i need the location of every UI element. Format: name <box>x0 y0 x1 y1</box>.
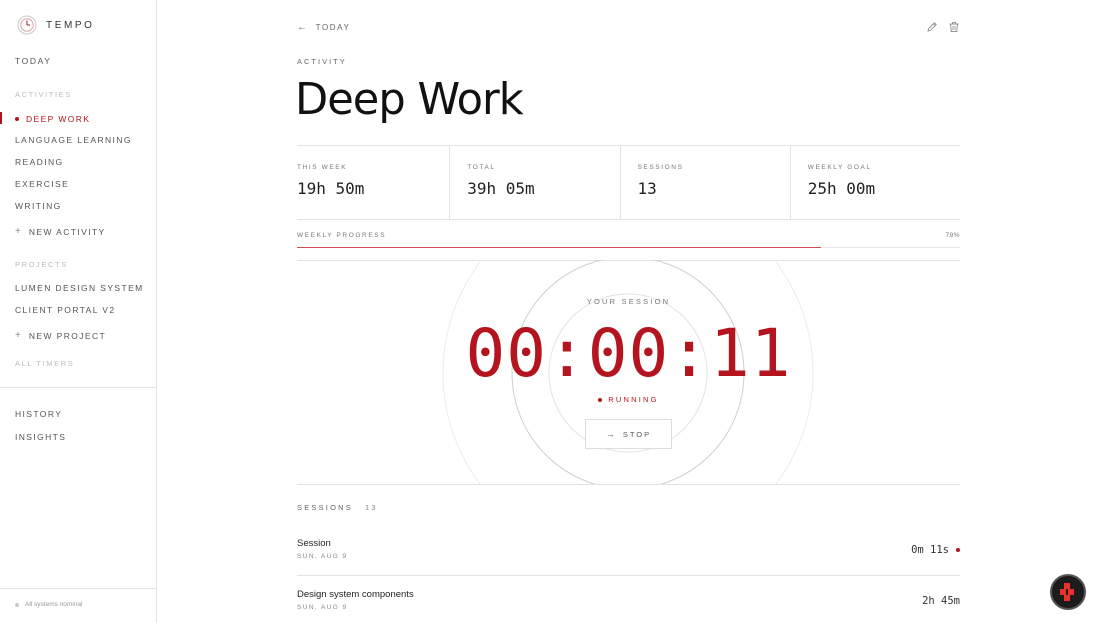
stat-total: TOTAL 39h 05m <box>449 146 619 219</box>
stat-value: 19h 50m <box>297 179 365 198</box>
session-duration-value: 2h 45m <box>922 595 960 607</box>
stat-label: TOTAL <box>467 164 496 171</box>
sidebar-item-label: EXERCISE <box>15 179 70 189</box>
session-date: SUN, AUG 9 <box>297 553 348 560</box>
stat-value: 13 <box>637 179 657 198</box>
stats-row: THIS WEEK 19h 50m TOTAL 39h 05m SESSIONS… <box>297 146 960 219</box>
divider <box>297 575 960 576</box>
progress-fill <box>297 247 821 248</box>
stop-label: STOP <box>622 429 652 439</box>
sidebar-item-label: INSIGHTS <box>15 432 67 442</box>
stat-sessions: SESSIONS 13 <box>619 146 790 219</box>
progress-label: WEEKLY PROGRESS <box>297 232 387 239</box>
status-dot <box>15 602 19 607</box>
stat-value: 39h 05m <box>467 179 535 198</box>
session-date: SUN, AUG 9 <box>297 604 348 611</box>
sidebar: TEMPO TODAY ACTIVITIES DEEP WORK LANGUAG… <box>0 0 157 623</box>
sidebar-item-lumen-design-system[interactable]: LUMEN DESIGN SYSTEM <box>15 283 144 293</box>
plus-icon: + <box>15 226 21 237</box>
running-status: RUNNING <box>297 395 960 404</box>
stat-this-week: THIS WEEK 19h 50m <box>297 146 449 219</box>
sessions-header: SESSIONS 13 <box>297 503 378 512</box>
divider <box>297 219 960 220</box>
arrow-left-icon: ← <box>297 22 309 33</box>
stat-label: THIS WEEK <box>297 164 348 171</box>
sidebar-item-label: LUMEN DESIGN SYSTEM <box>15 283 144 293</box>
running-label: RUNNING <box>608 395 659 404</box>
live-dot <box>956 548 960 552</box>
sidebar-item-deep-work[interactable]: DEEP WORK <box>15 114 90 124</box>
your-session-label: YOUR SESSION <box>586 297 671 306</box>
session-row[interactable]: Session SUN, AUG 9 0m 11s <box>297 538 960 589</box>
stat-label: SESSIONS <box>637 164 684 171</box>
session-name: Design system components <box>297 589 414 600</box>
sidebar-item-label: READING <box>15 157 64 167</box>
arrow-right-icon: → <box>605 429 617 439</box>
sidebar-item-label: WRITING <box>15 201 62 211</box>
app-badge-glyph <box>1060 583 1074 601</box>
app-name: TEMPO <box>46 19 95 31</box>
stat-label: WEEKLY GOAL <box>807 164 872 171</box>
plus-icon: + <box>15 330 21 341</box>
session-duration: 2h 45m <box>922 595 960 607</box>
brand[interactable]: TEMPO <box>17 15 95 35</box>
sidebar-item-label: DEEP WORK <box>26 114 91 124</box>
projects-section-label: PROJECTS <box>15 260 68 269</box>
sessions-label: SESSIONS <box>297 503 353 512</box>
session-name: Session <box>297 538 331 549</box>
running-dot <box>598 397 603 402</box>
session-duration-value: 0m 11s <box>911 544 949 556</box>
new-project-label: NEW PROJECT <box>28 330 107 341</box>
stop-button[interactable]: → STOP <box>585 419 672 449</box>
active-indicator <box>0 112 2 124</box>
sidebar-item-reading[interactable]: READING <box>15 157 64 167</box>
sidebar-item-language-learning[interactable]: LANGUAGE LEARNING <box>15 135 132 145</box>
page-title: Deep Work <box>295 74 524 125</box>
weekly-progress: WEEKLY PROGRESS 79% <box>297 232 960 239</box>
stat-value: 25h 00m <box>807 179 876 198</box>
sidebar-item-label: CLIENT PORTAL V2 <box>15 305 116 315</box>
new-activity-button[interactable]: + NEW ACTIVITY <box>15 226 106 237</box>
divider <box>297 484 960 485</box>
back-link[interactable]: ← TODAY <box>297 22 350 33</box>
header-actions <box>916 21 960 33</box>
progress-bar <box>297 247 960 248</box>
status-text: All systems nominal <box>25 601 83 608</box>
timer-panel: YOUR SESSION 00:00:11 RUNNING → STOP <box>297 260 960 485</box>
system-status: All systems nominal <box>15 601 82 608</box>
sidebar-item-client-portal-v2[interactable]: CLIENT PORTAL V2 <box>15 305 116 315</box>
activity-eyebrow: ACTIVITY <box>297 57 347 66</box>
pencil-icon[interactable] <box>926 21 938 33</box>
all-timers-link[interactable]: ALL TIMERS <box>15 359 74 368</box>
sidebar-item-insights[interactable]: INSIGHTS <box>15 432 66 442</box>
active-dot <box>15 117 19 121</box>
sidebar-item-label: LANGUAGE LEARNING <box>15 135 132 145</box>
sidebar-item-exercise[interactable]: EXERCISE <box>15 179 69 189</box>
back-label: TODAY <box>315 23 351 32</box>
sidebar-item-writing[interactable]: WRITING <box>15 201 62 211</box>
session-duration: 0m 11s <box>911 544 960 556</box>
sessions-count: 13 <box>364 503 378 512</box>
clock-logo-icon <box>17 15 37 35</box>
sidebar-item-label: HISTORY <box>15 409 63 419</box>
activities-section-label: ACTIVITIES <box>15 90 72 99</box>
app-badge-icon[interactable] <box>1050 574 1086 610</box>
timer-display: 00:00:11 <box>465 315 792 392</box>
sidebar-item-history[interactable]: HISTORY <box>15 409 62 419</box>
new-project-button[interactable]: + NEW PROJECT <box>15 330 106 341</box>
progress-percent: 79% <box>945 232 960 239</box>
stat-weekly-goal: WEEKLY GOAL 25h 00m <box>789 146 960 219</box>
sidebar-divider <box>0 387 156 388</box>
session-row[interactable]: Design system components SUN, AUG 9 2h 4… <box>297 589 960 623</box>
nav-today[interactable]: TODAY <box>15 56 52 66</box>
new-activity-label: NEW ACTIVITY <box>28 226 106 237</box>
sidebar-divider <box>0 588 156 589</box>
trash-icon[interactable] <box>948 21 960 33</box>
